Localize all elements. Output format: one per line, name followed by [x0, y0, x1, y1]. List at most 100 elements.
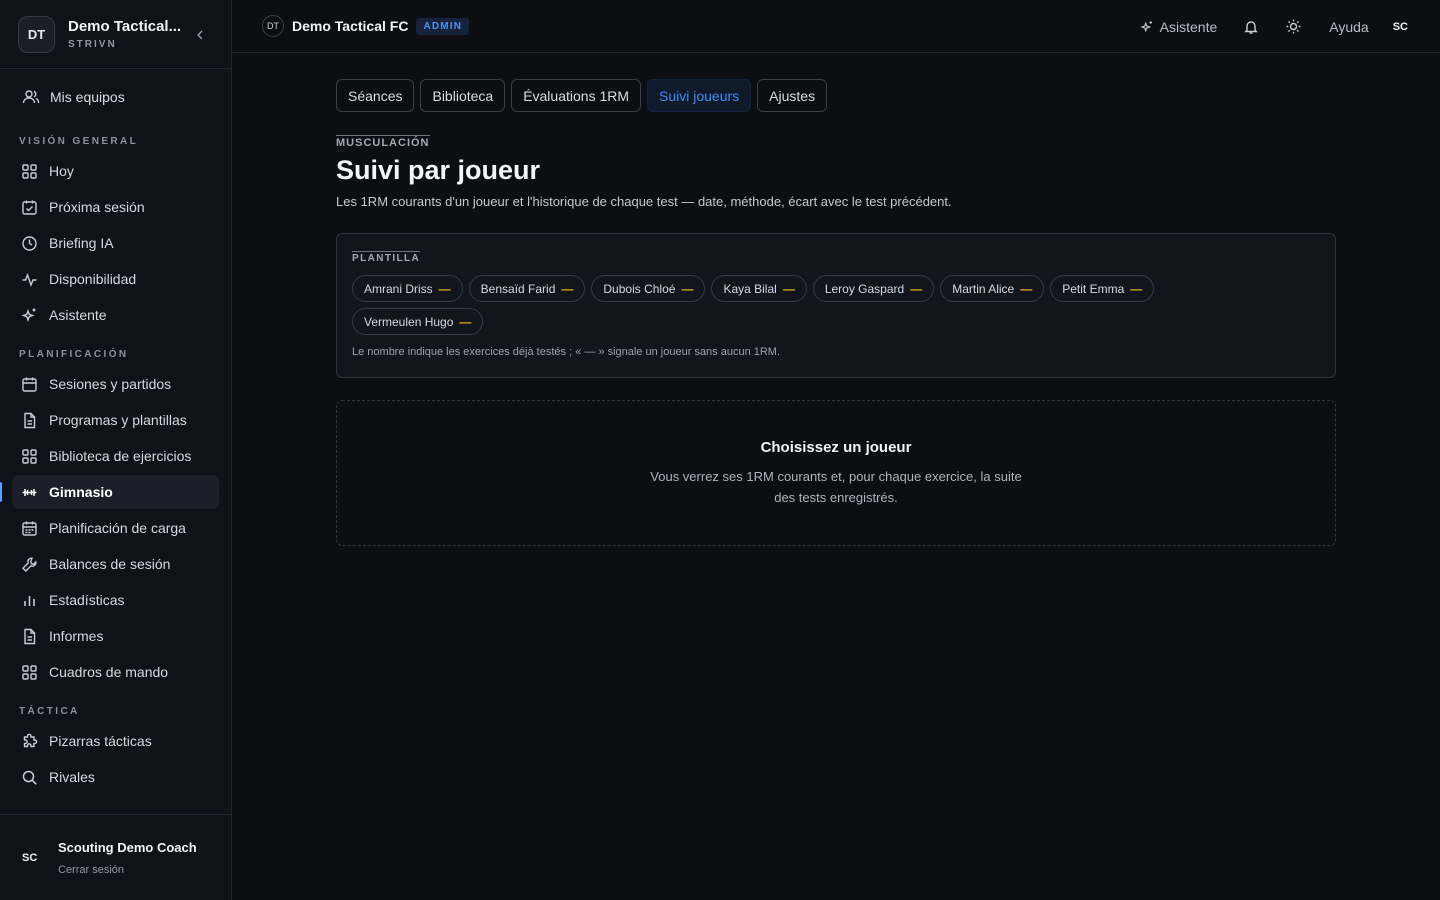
avatar[interactable]: SC [1393, 21, 1408, 33]
notifications-button[interactable] [1243, 19, 1259, 35]
player-name: Vermeulen Hugo [364, 314, 454, 329]
empty-state-title: Choisissez un joueur [760, 438, 912, 456]
page-description: Les 1RM courants d'un joueur et l'histor… [336, 194, 952, 209]
brand-logo: DT [18, 15, 55, 53]
sidebar-item-load-planning[interactable]: Planificación de carga [12, 511, 219, 545]
assistant-label: Asistente [1159, 18, 1218, 35]
tab-bar: Séances Biblioteca Évaluations 1RM Suivi… [336, 79, 1336, 112]
page-eyebrow: MUSCULACIÓN [336, 135, 430, 149]
sidebar-item-assistant[interactable]: Asistente [12, 298, 219, 332]
player-chip[interactable]: Dubois Chloé — [591, 275, 706, 302]
org-name: Demo Tactical FC [292, 18, 409, 34]
tab-player-tracking[interactable]: Suivi joueurs [647, 79, 752, 112]
sparkles-icon [21, 308, 36, 322]
player-name: Martin Alice [952, 281, 1015, 296]
brand-subtitle: STRIVN [68, 39, 117, 50]
tab-1rm-evaluations[interactable]: Évaluations 1RM [511, 79, 642, 112]
puzzle-icon [23, 733, 38, 747]
player-chip[interactable]: Vermeulen Hugo — [352, 308, 484, 335]
sidebar-item-briefing[interactable]: Briefing IA [12, 226, 219, 260]
section-label-planning: PLANIFICACIÓN [19, 349, 129, 360]
player-chip[interactable]: Bensaïd Farid — [468, 275, 586, 302]
collapse-sidebar-icon[interactable] [193, 28, 207, 42]
assistant-button[interactable]: Asistente [1139, 18, 1218, 35]
sidebar-item-exercise-library[interactable]: Biblioteca de ejercicios [12, 439, 219, 473]
my-teams-label: Mis equipos [50, 89, 125, 105]
sidebar-item-label: Próxima sesión [49, 199, 145, 215]
sidebar-item-label: Rivales [49, 769, 95, 785]
sidebar-item-label: Balances de sesión [49, 556, 171, 572]
roster-note: Le nombre indique les exercices déjà tes… [352, 346, 781, 358]
player-name: Bensaïd Farid [480, 281, 556, 296]
my-teams-link[interactable]: Mis equipos [0, 69, 231, 125]
sidebar-item-label: Planificación de carga [49, 520, 186, 536]
sidebar-item-session-reports[interactable]: Balances de sesión [12, 547, 219, 581]
clock-icon [22, 235, 37, 251]
sidebar-item-availability[interactable]: Disponibilidad [12, 262, 219, 296]
tab-settings[interactable]: Ajustes [757, 79, 828, 112]
player-chip[interactable]: Kaya Bilal — [711, 275, 807, 302]
sidebar-item-label: Pizarras tácticas [49, 733, 152, 749]
wrench-icon [22, 556, 37, 572]
calendar-grid-icon [22, 521, 37, 536]
section-label-tactics: TÁCTICA [19, 706, 80, 717]
test-count: — [1020, 281, 1033, 296]
tab-library[interactable]: Biblioteca [420, 79, 506, 112]
player-chip[interactable]: Leroy Gaspard — [812, 275, 935, 302]
grid-icon [22, 664, 37, 680]
player-chip[interactable]: Martin Alice — [940, 275, 1045, 302]
sun-icon [1286, 19, 1301, 34]
player-chip[interactable]: Petit Emma — [1050, 275, 1155, 302]
page-title: Suivi par joueur [336, 155, 541, 185]
sidebar-item-gym[interactable]: Gimnasio [0, 475, 219, 509]
calendar-check-icon [22, 200, 37, 215]
sidebar-item-label: Briefing IA [49, 235, 114, 251]
sidebar-item-dashboards[interactable]: Cuadros de mando [12, 655, 219, 689]
roster-card: PLANTILLA Amrani Driss — Bensaïd Farid — D… [336, 233, 1336, 378]
avatar[interactable]: SC [22, 852, 46, 864]
sidebar-item-label: Informes [49, 628, 104, 644]
main-content: Séances Biblioteca Évaluations 1RM Suivi… [336, 79, 1336, 546]
sidebar-item-opponents[interactable]: Rivales [12, 760, 219, 794]
sidebar-item-label: Biblioteca de ejercicios [49, 448, 192, 464]
player-chip-list: Amrani Driss — Bensaïd Farid — Dubois Chlo… [352, 275, 1192, 341]
activity-icon [22, 272, 37, 287]
grid-icon [22, 163, 37, 179]
sidebar-item-label: Hoy [49, 163, 74, 179]
test-count: — [1130, 281, 1143, 296]
player-name: Kaya Bilal [723, 281, 777, 296]
brand-header[interactable]: DT Demo Tactical... STRIVN [0, 0, 231, 69]
document-icon [24, 628, 36, 644]
users-icon [22, 90, 40, 104]
section-label-overview: VISIÓN GENERAL [19, 136, 139, 147]
theme-toggle-button[interactable] [1285, 18, 1302, 35]
sparkles-icon [1139, 20, 1152, 33]
sidebar-item-label: Gimnasio [49, 484, 113, 500]
test-count: — [561, 281, 574, 296]
sidebar-item-sessions[interactable]: Sesiones y partidos [12, 367, 219, 401]
help-link[interactable]: Ayuda [1329, 19, 1368, 35]
sidebar-item-statistics[interactable]: Estadísticas [12, 583, 219, 617]
sidebar-item-label: Cuadros de mando [49, 664, 169, 680]
sidebar-item-today[interactable]: Hoy [12, 154, 219, 188]
user-name: Scouting Demo Coach [58, 839, 197, 855]
brand-name: Demo Tactical... [68, 18, 182, 35]
sidebar-item-tactical-boards[interactable]: Pizarras tácticas [12, 724, 219, 758]
tab-sessions[interactable]: Séances [336, 79, 415, 112]
sidebar-item-label: Asistente [49, 307, 107, 323]
sidebar-item-reports[interactable]: Informes [12, 619, 219, 653]
role-badge: ADMIN [416, 17, 470, 35]
sidebar-item-label: Sesiones y partidos [49, 376, 172, 392]
player-chip[interactable]: Amrani Driss — [352, 275, 463, 302]
roster-label: PLANTILLA [352, 251, 421, 264]
grid-icon [22, 448, 37, 464]
test-count: — [910, 281, 923, 296]
topbar: DT Demo Tactical FC ADMIN Asistente Ayud… [232, 0, 1440, 53]
sidebar-item-programs[interactable]: Programas y plantillas [12, 403, 219, 437]
test-count: — [459, 314, 472, 329]
test-count: — [681, 281, 694, 296]
calendar-icon [22, 377, 37, 392]
sidebar-item-next-session[interactable]: Próxima sesión [12, 190, 219, 224]
empty-state-text: Vous verrez ses 1RM courants et, pour ch… [650, 468, 1022, 505]
logout-link[interactable]: Cerrar sesión [58, 864, 197, 876]
